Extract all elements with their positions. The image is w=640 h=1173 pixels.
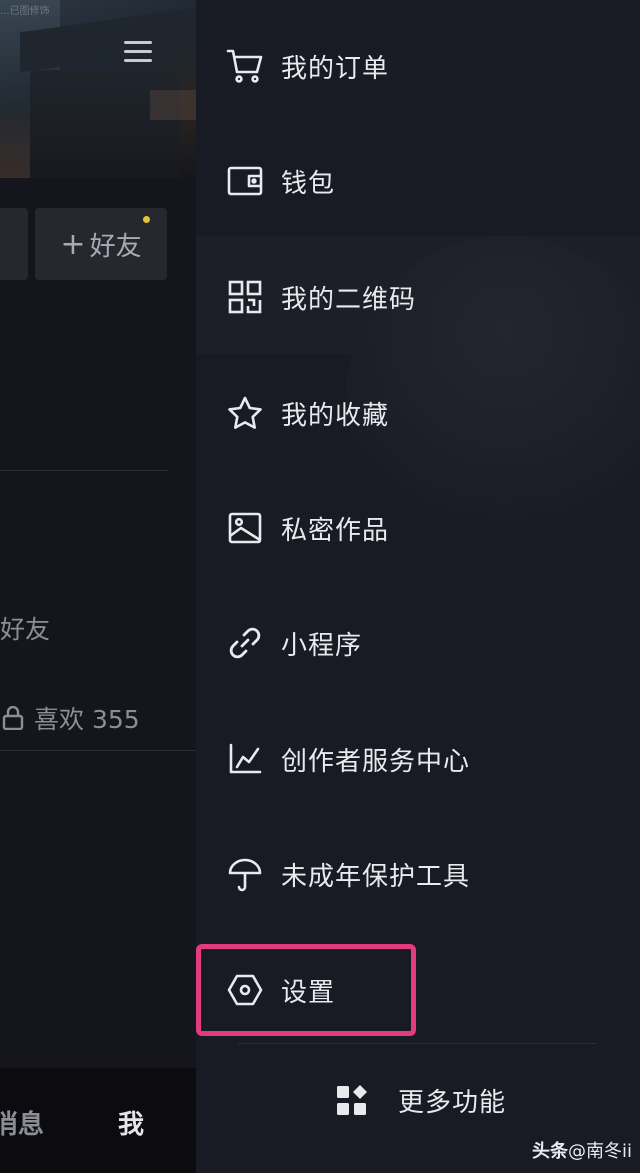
side-drawer: 我的订单 钱包 我的二维码 我的收藏 私密作品 小程序 创作者服务中心 未成年保… (196, 0, 640, 1173)
settings-highlight-box (196, 944, 416, 1036)
menu-item-qrcode[interactable]: 我的二维码 (196, 239, 640, 355)
divider (0, 470, 168, 471)
likes-tab[interactable]: 喜欢 355 (2, 700, 140, 736)
menu-item-label: 创作者服务中心 (281, 746, 471, 777)
hamburger-menu-icon[interactable] (122, 38, 154, 70)
link-icon (223, 621, 267, 665)
lock-icon (2, 706, 24, 730)
menu-item-creator-center[interactable]: 创作者服务中心 (196, 701, 640, 817)
profile-page-background: ...已图修饰 + 好友 好友 喜欢 355 消息 我 (0, 0, 196, 1173)
watermark-brand: 头条 (532, 1141, 568, 1162)
shopping-cart-icon (223, 44, 267, 88)
watermark-handle: @南冬ii (568, 1141, 633, 1162)
menu-item-label: 我的收藏 (281, 400, 390, 431)
plus-icon: + (60, 226, 86, 262)
menu-item-label: 未成年保护工具 (281, 861, 471, 892)
menu-item-label: 我的订单 (281, 53, 390, 84)
umbrella-icon (223, 852, 267, 896)
private-image-icon (223, 506, 267, 550)
menu-item-private-works[interactable]: 私密作品 (196, 470, 640, 586)
more-functions-label: 更多功能 (398, 1088, 507, 1118)
notification-dot (143, 216, 150, 223)
chart-line-icon (223, 737, 267, 781)
menu-item-label: 小程序 (281, 630, 363, 661)
menu-item-minor-protection[interactable]: 未成年保护工具 (196, 816, 640, 932)
profile-banner-image: ...已图修饰 (0, 0, 196, 178)
menu-item-mini-programs[interactable]: 小程序 (196, 585, 640, 701)
edit-profile-button[interactable] (0, 208, 28, 280)
menu-item-label: 钱包 (281, 168, 336, 199)
tab-me[interactable]: 我 (118, 1104, 144, 1141)
add-friend-label: 好友 (89, 231, 142, 262)
banner-caption: ...已图修饰 (0, 6, 50, 17)
menu-item-favorites[interactable]: 我的收藏 (196, 355, 640, 471)
divider (238, 1043, 596, 1044)
menu-item-label: 私密作品 (281, 515, 390, 546)
grid-apps-icon (337, 1084, 367, 1115)
star-icon (223, 391, 267, 435)
watermark: 头条@南冬ii (532, 1137, 632, 1163)
divider (0, 750, 196, 751)
menu-item-label: 我的二维码 (281, 284, 417, 315)
likes-label: 喜欢 355 (34, 705, 140, 734)
more-functions-button[interactable]: 更多功能 (336, 1082, 506, 1119)
tab-messages[interactable]: 消息 (0, 1104, 44, 1141)
wallet-icon (223, 159, 267, 203)
menu-item-wallet[interactable]: 钱包 (196, 123, 640, 239)
menu-item-orders[interactable]: 我的订单 (196, 8, 640, 124)
friends-text: 好友 (0, 615, 51, 644)
qr-code-icon (223, 275, 267, 319)
